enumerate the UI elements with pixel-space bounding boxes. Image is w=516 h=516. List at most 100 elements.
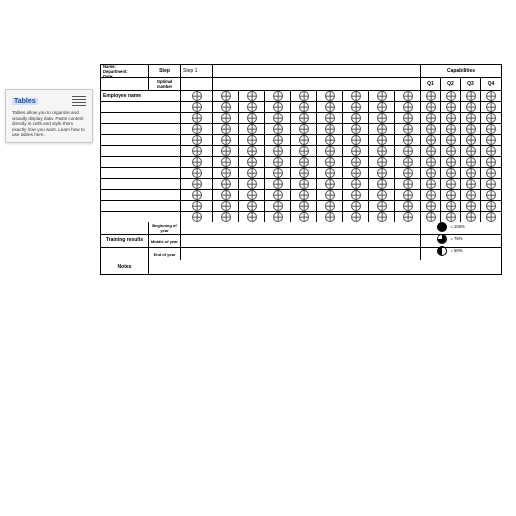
employee-name-cell[interactable] [101,102,181,112]
q-cell[interactable] [421,168,441,178]
step-subcell[interactable] [343,168,369,178]
q-cell[interactable] [441,113,461,123]
step-subcell[interactable] [369,179,395,189]
step-subcell[interactable] [369,212,395,222]
step-subcell[interactable] [395,157,420,167]
step-subcell[interactable] [213,190,239,200]
q-cell[interactable] [461,168,481,178]
training-value[interactable] [181,222,421,234]
q-cell[interactable] [421,91,441,101]
step-subcell[interactable] [239,168,265,178]
step-subcell[interactable] [317,168,343,178]
step-subcell[interactable] [317,212,343,222]
notes-area[interactable] [149,260,501,274]
q-cell[interactable] [441,168,461,178]
step-subcell[interactable] [317,190,343,200]
q-cell[interactable] [441,179,461,189]
q-cell[interactable] [421,201,441,211]
step-subcell[interactable] [213,91,239,101]
q-cell[interactable] [421,135,441,145]
step-subcell[interactable] [239,102,265,112]
step-subcell[interactable] [395,212,420,222]
employee-name-cell[interactable] [101,212,181,222]
q-cell[interactable] [461,146,481,156]
step-subcell[interactable] [239,157,265,167]
step-subcell[interactable] [213,135,239,145]
step-subcell[interactable] [343,201,369,211]
q-cell[interactable] [481,146,501,156]
step-subcell[interactable] [239,179,265,189]
step-subcell[interactable] [213,102,239,112]
step-subcell[interactable] [239,201,265,211]
step-subcell[interactable] [239,135,265,145]
q-cell[interactable] [461,124,481,134]
step-subcell[interactable] [265,201,291,211]
step-cell[interactable] [181,124,213,134]
employee-name-cell[interactable]: Employee name [101,91,181,101]
step-subcell[interactable] [395,146,420,156]
step-subcell[interactable] [369,190,395,200]
step-subcell[interactable] [317,124,343,134]
employee-name-cell[interactable] [101,157,181,167]
q-cell[interactable] [481,212,501,222]
step-subcell[interactable] [395,201,420,211]
step-subcell[interactable] [317,157,343,167]
step-subcell[interactable] [317,91,343,101]
q-cell[interactable] [481,157,501,167]
step-subcell[interactable] [343,212,369,222]
step-cell[interactable] [181,212,213,222]
step-subcell[interactable] [265,168,291,178]
q-cell[interactable] [421,179,441,189]
step-subcell[interactable] [291,135,317,145]
q-cell[interactable] [461,201,481,211]
step-subcell[interactable] [369,113,395,123]
step-cell[interactable] [181,102,213,112]
step-subcell[interactable] [369,168,395,178]
step-subcell[interactable] [239,212,265,222]
step-subcell[interactable] [291,168,317,178]
employee-name-cell[interactable] [101,124,181,134]
step-subcell[interactable] [343,179,369,189]
q-cell[interactable] [421,190,441,200]
q-cell[interactable] [481,124,501,134]
step-cell[interactable] [181,135,213,145]
step-subcell[interactable] [265,91,291,101]
employee-name-cell[interactable] [101,113,181,123]
step-cell[interactable] [181,168,213,178]
step-subcell[interactable] [317,113,343,123]
step-subcell[interactable] [265,102,291,112]
step-subcell[interactable] [213,168,239,178]
step-subcell[interactable] [265,212,291,222]
step-cell[interactable] [181,146,213,156]
step-subcell[interactable] [291,190,317,200]
step-cell[interactable] [181,157,213,167]
step-subcell[interactable] [265,179,291,189]
step-subcell[interactable] [395,102,420,112]
step-cell[interactable] [181,190,213,200]
step-subcell[interactable] [213,201,239,211]
q-cell[interactable] [421,124,441,134]
step-cell[interactable] [181,91,213,101]
employee-name-cell[interactable] [101,146,181,156]
q-cell[interactable] [441,102,461,112]
step-subcell[interactable] [239,91,265,101]
q-cell[interactable] [461,190,481,200]
q-cell[interactable] [461,157,481,167]
step-cell[interactable] [181,179,213,189]
q-cell[interactable] [461,135,481,145]
step-subcell[interactable] [369,124,395,134]
q-cell[interactable] [481,201,501,211]
training-value[interactable] [181,248,421,260]
step-subcell[interactable] [343,91,369,101]
step-subcell[interactable] [213,179,239,189]
step-subcell[interactable] [369,146,395,156]
q-cell[interactable] [441,124,461,134]
step-cell[interactable] [181,201,213,211]
q-cell[interactable] [421,113,441,123]
q-cell[interactable] [481,168,501,178]
employee-name-cell[interactable] [101,201,181,211]
step-subcell[interactable] [317,201,343,211]
step-subcell[interactable] [291,91,317,101]
step-subcell[interactable] [291,102,317,112]
q-cell[interactable] [481,190,501,200]
